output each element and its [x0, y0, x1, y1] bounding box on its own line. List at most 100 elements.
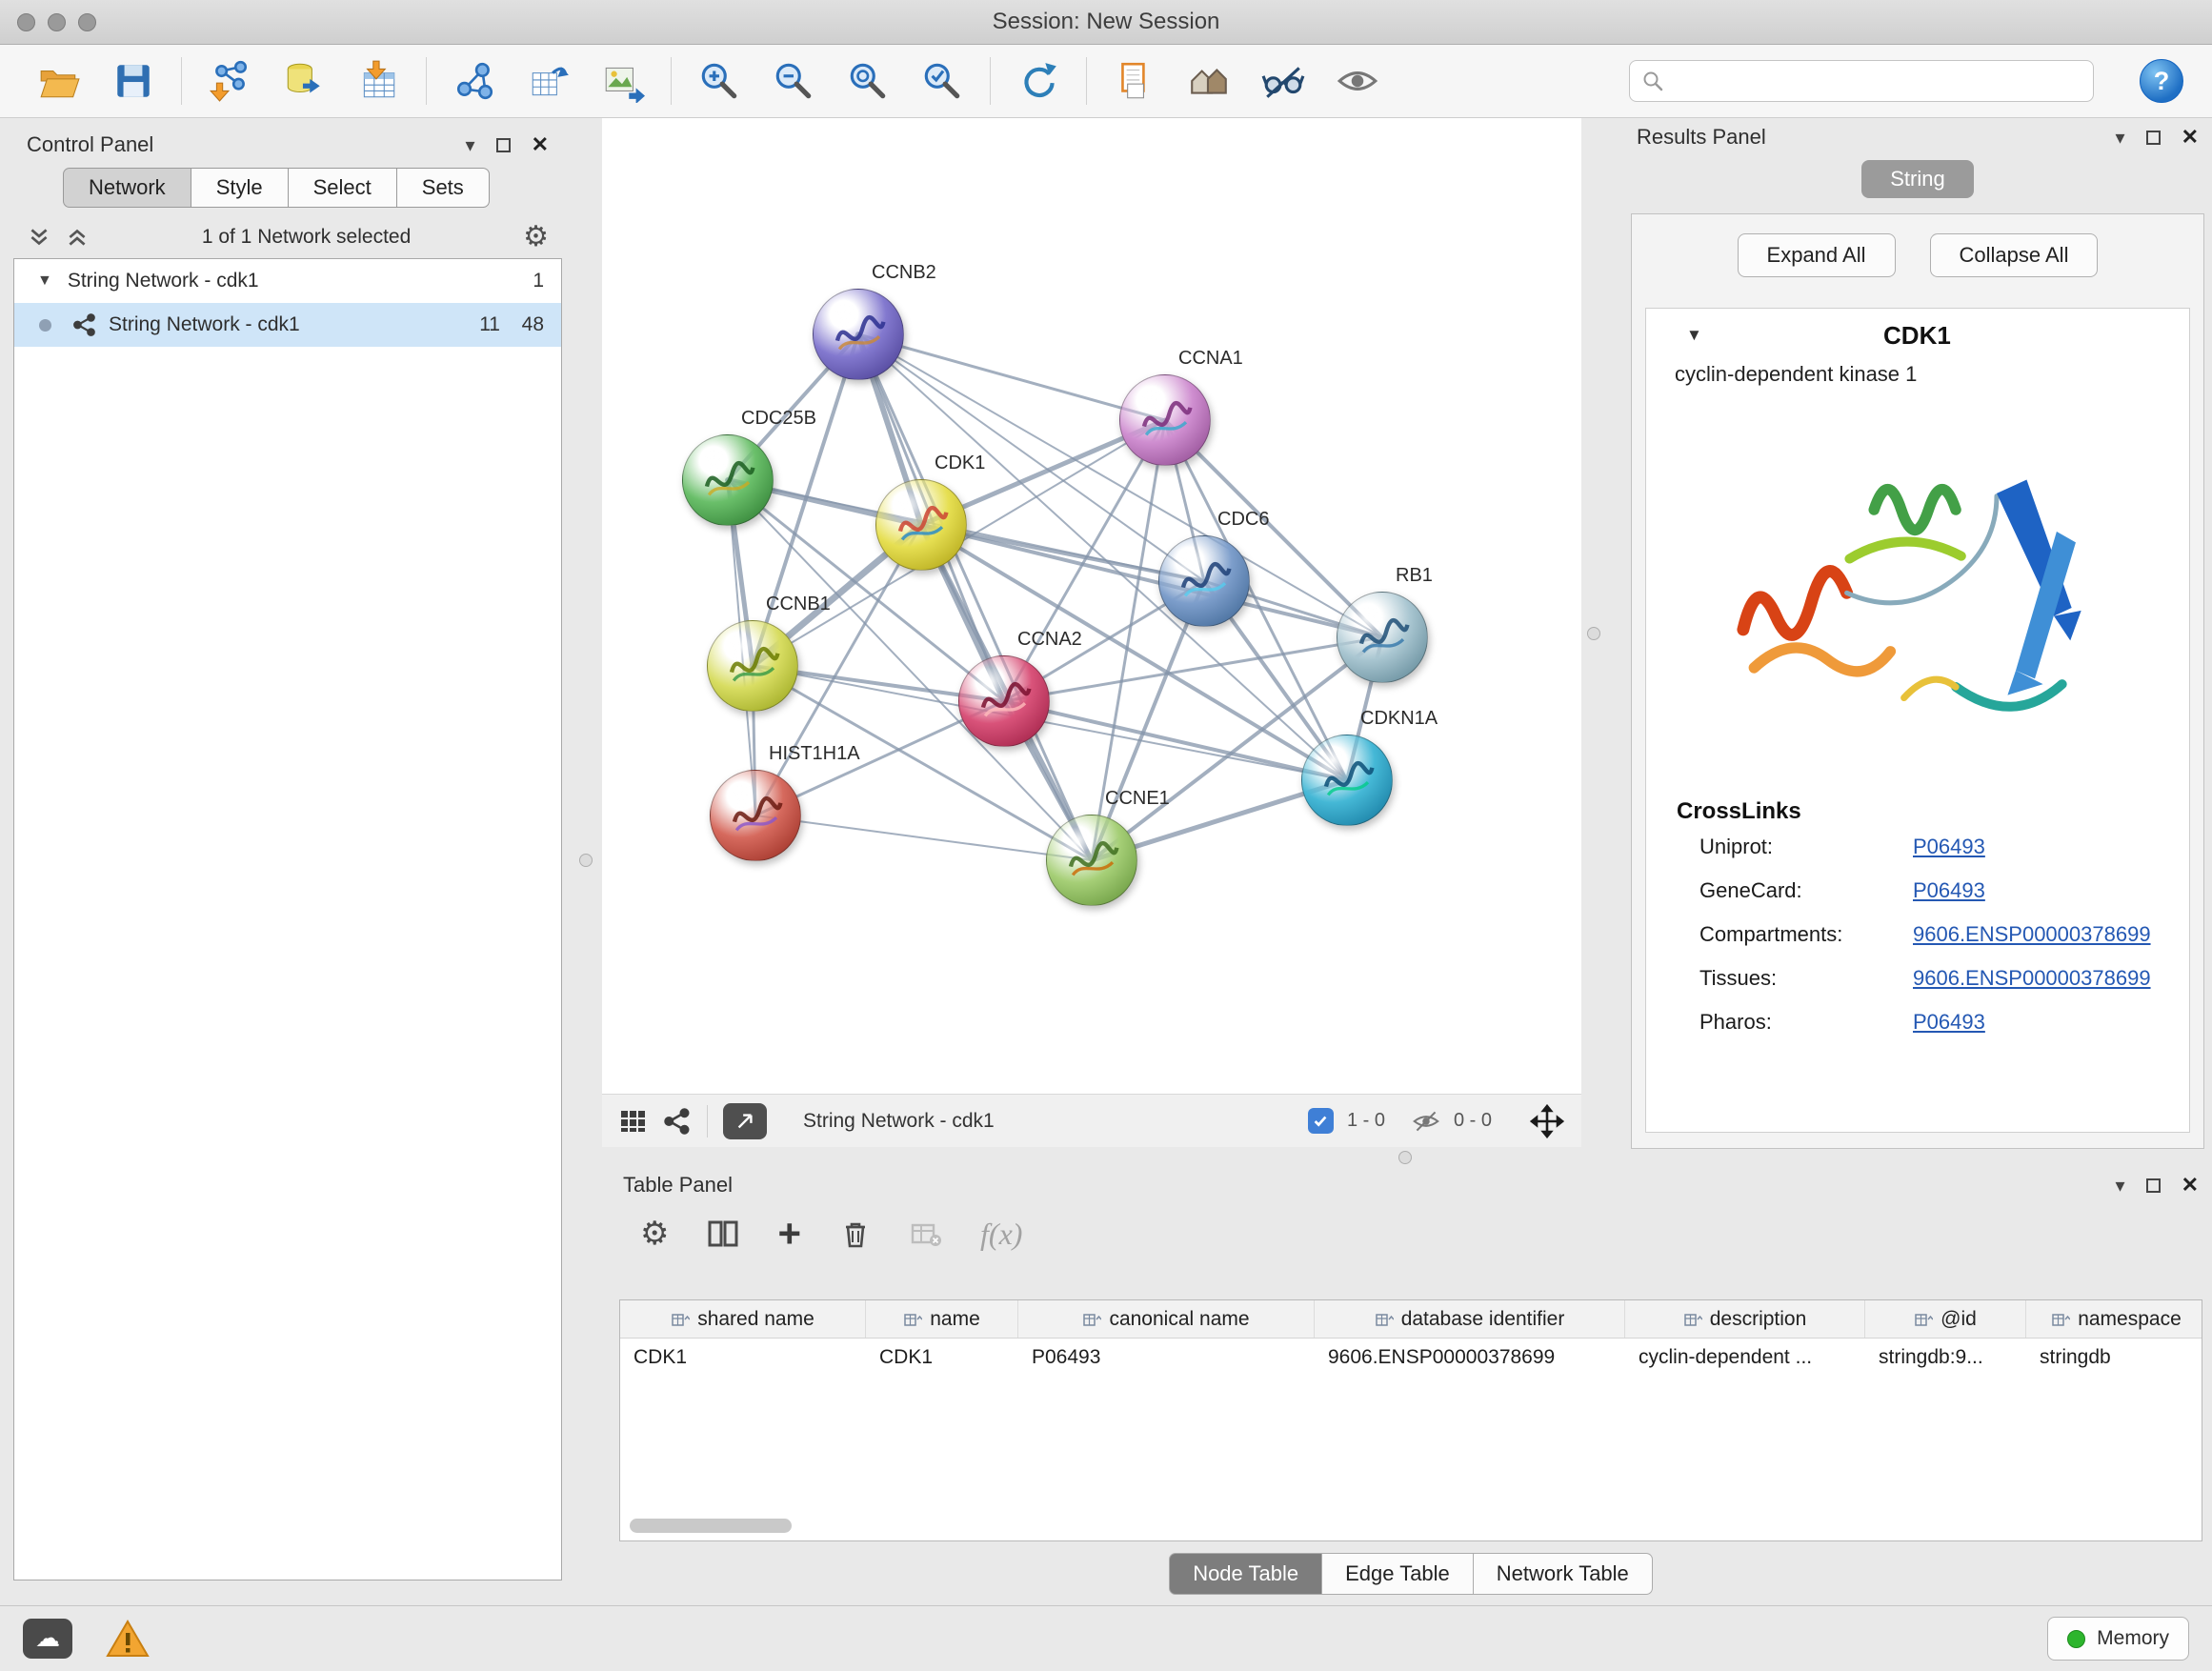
hide-selected-button[interactable]: [1257, 54, 1310, 108]
tab-edge-table[interactable]: Edge Table: [1322, 1553, 1474, 1595]
network-canvas[interactable]: CCNB2CCNA1CDC25BCDK1CDC6RB1CCNB1CCNA2CDK…: [602, 118, 1581, 1094]
warning-icon[interactable]: [105, 1619, 151, 1659]
table-settings-gear-icon[interactable]: ⚙: [640, 1218, 669, 1250]
zoom-selected-button[interactable]: [915, 54, 969, 108]
vertical-splitter-handle[interactable]: [579, 854, 593, 867]
network-row[interactable]: String Network - cdk1 11 48: [14, 303, 561, 347]
tree-expand-icon[interactable]: ▼: [37, 272, 52, 290]
vertical-splitter-handle[interactable]: [1587, 627, 1600, 640]
panel-maximize-icon[interactable]: [2146, 131, 2161, 145]
network-node-rb1[interactable]: [1337, 592, 1428, 683]
refresh-layout-button[interactable]: [1012, 54, 1065, 108]
panel-float-icon[interactable]: ▾: [466, 133, 475, 157]
network-graph-button[interactable]: [448, 54, 501, 108]
column-header-id[interactable]: @id: [1865, 1300, 2026, 1338]
delete-column-trash-icon[interactable]: [839, 1218, 872, 1250]
tab-sets[interactable]: Sets: [397, 168, 490, 208]
expand-all-icon[interactable]: [65, 225, 90, 250]
panel-close-icon[interactable]: ✕: [2182, 125, 2199, 150]
maximize-window-button[interactable]: [78, 13, 96, 31]
import-network-file-button[interactable]: [203, 54, 256, 108]
zoom-in-button[interactable]: [693, 54, 746, 108]
column-header-namespace[interactable]: namespace: [2026, 1300, 2202, 1338]
network-node-ccnb1[interactable]: [707, 620, 798, 712]
network-edge-ccnb2-ccne1[interactable]: [858, 334, 1092, 860]
network-edge-cdk1-rb1[interactable]: [921, 525, 1382, 637]
tab-string[interactable]: String: [1861, 160, 1973, 198]
panel-float-icon[interactable]: ▾: [2116, 126, 2125, 150]
hidden-eye-slash-icon[interactable]: [1412, 1107, 1440, 1136]
network-edge-hist1h1a-ccne1[interactable]: [755, 815, 1092, 860]
show-columns-icon[interactable]: [707, 1218, 739, 1250]
import-table-file-button[interactable]: [352, 54, 405, 108]
tab-network[interactable]: Network: [63, 168, 191, 208]
column-header-database-identifier[interactable]: database identifier: [1315, 1300, 1625, 1338]
tab-network-table[interactable]: Network Table: [1474, 1553, 1653, 1595]
table-cell[interactable]: cyclin-dependent ...: [1625, 1346, 1865, 1369]
network-node-cdc25b[interactable]: [682, 434, 774, 526]
search-box[interactable]: [1629, 60, 2094, 102]
collapse-all-icon[interactable]: [27, 225, 51, 250]
panel-close-icon[interactable]: ✕: [2182, 1173, 2199, 1198]
memory-button[interactable]: Memory: [2047, 1617, 2189, 1661]
zoom-fit-button[interactable]: [841, 54, 895, 108]
network-node-hist1h1a[interactable]: [710, 770, 801, 861]
crosslink-value-link[interactable]: 9606.ENSP00000378699: [1913, 922, 2151, 947]
help-button[interactable]: ?: [2140, 59, 2183, 103]
cloud-icon[interactable]: ☁: [23, 1619, 72, 1659]
panel-close-icon[interactable]: ✕: [532, 132, 549, 157]
expand-all-button[interactable]: Expand All: [1738, 233, 1896, 277]
import-network-database-button[interactable]: [277, 54, 331, 108]
table-cell[interactable]: CDK1: [866, 1346, 1018, 1369]
table-cell[interactable]: stringdb: [2026, 1346, 2202, 1369]
table-cell[interactable]: stringdb:9...: [1865, 1346, 2026, 1369]
network-node-ccnb2[interactable]: [813, 289, 904, 380]
minimize-window-button[interactable]: [48, 13, 66, 31]
network-node-cdc6[interactable]: [1158, 535, 1250, 627]
collapse-all-button[interactable]: Collapse All: [1930, 233, 2099, 277]
network-edge-ccna2-cdkn1a[interactable]: [1004, 701, 1347, 780]
table-cell[interactable]: CDK1: [620, 1346, 866, 1369]
crosslink-value-link[interactable]: 9606.ENSP00000378699: [1913, 966, 2151, 991]
network-node-ccna2[interactable]: [958, 655, 1050, 747]
open-in-new-window-button[interactable]: [723, 1103, 767, 1139]
zoom-out-button[interactable]: [767, 54, 820, 108]
column-header-name[interactable]: name: [866, 1300, 1018, 1338]
export-image-button[interactable]: [596, 54, 650, 108]
search-input[interactable]: [1672, 70, 2081, 92]
panel-maximize-icon[interactable]: [2146, 1178, 2161, 1193]
tab-style[interactable]: Style: [191, 168, 289, 208]
export-network-button[interactable]: [522, 54, 575, 108]
home-button[interactable]: [1182, 54, 1236, 108]
selected-nodes-checkbox[interactable]: [1308, 1108, 1334, 1134]
crosslink-value-link[interactable]: P06493: [1913, 1010, 1985, 1035]
tab-select[interactable]: Select: [289, 168, 397, 208]
network-node-ccna1[interactable]: [1119, 374, 1211, 466]
annotation-button[interactable]: [1108, 54, 1161, 108]
panel-float-icon[interactable]: ▾: [2116, 1174, 2125, 1198]
column-header-description[interactable]: description: [1625, 1300, 1865, 1338]
table-cell[interactable]: P06493: [1018, 1346, 1315, 1369]
network-view-mode-icon[interactable]: [663, 1107, 692, 1136]
pan-move-icon[interactable]: [1530, 1104, 1564, 1138]
network-options-gear-icon[interactable]: ⚙: [523, 223, 549, 252]
network-node-cdkn1a[interactable]: [1301, 735, 1393, 826]
crosslink-value-link[interactable]: P06493: [1913, 878, 1985, 903]
table-cell[interactable]: 9606.ENSP00000378699: [1315, 1346, 1625, 1369]
network-node-cdk1[interactable]: [875, 479, 967, 571]
network-collection-row[interactable]: ▼ String Network - cdk1 1: [14, 259, 561, 303]
save-session-button[interactable]: [107, 54, 160, 108]
show-all-button[interactable]: [1331, 54, 1384, 108]
crosslink-value-link[interactable]: P06493: [1913, 835, 1985, 859]
open-session-button[interactable]: [32, 54, 86, 108]
protein-collapse-icon[interactable]: ▼: [1686, 326, 1702, 345]
column-header-shared-name[interactable]: shared name: [620, 1300, 866, 1338]
add-column-icon[interactable]: +: [777, 1214, 801, 1254]
horizontal-scrollbar[interactable]: [630, 1519, 792, 1533]
close-window-button[interactable]: [17, 13, 35, 31]
tab-node-table[interactable]: Node Table: [1169, 1553, 1322, 1595]
grid-view-icon[interactable]: [619, 1107, 648, 1136]
network-node-ccne1[interactable]: [1046, 815, 1137, 906]
horizontal-splitter-handle[interactable]: [1398, 1151, 1412, 1164]
column-header-canonical-name[interactable]: canonical name: [1018, 1300, 1315, 1338]
